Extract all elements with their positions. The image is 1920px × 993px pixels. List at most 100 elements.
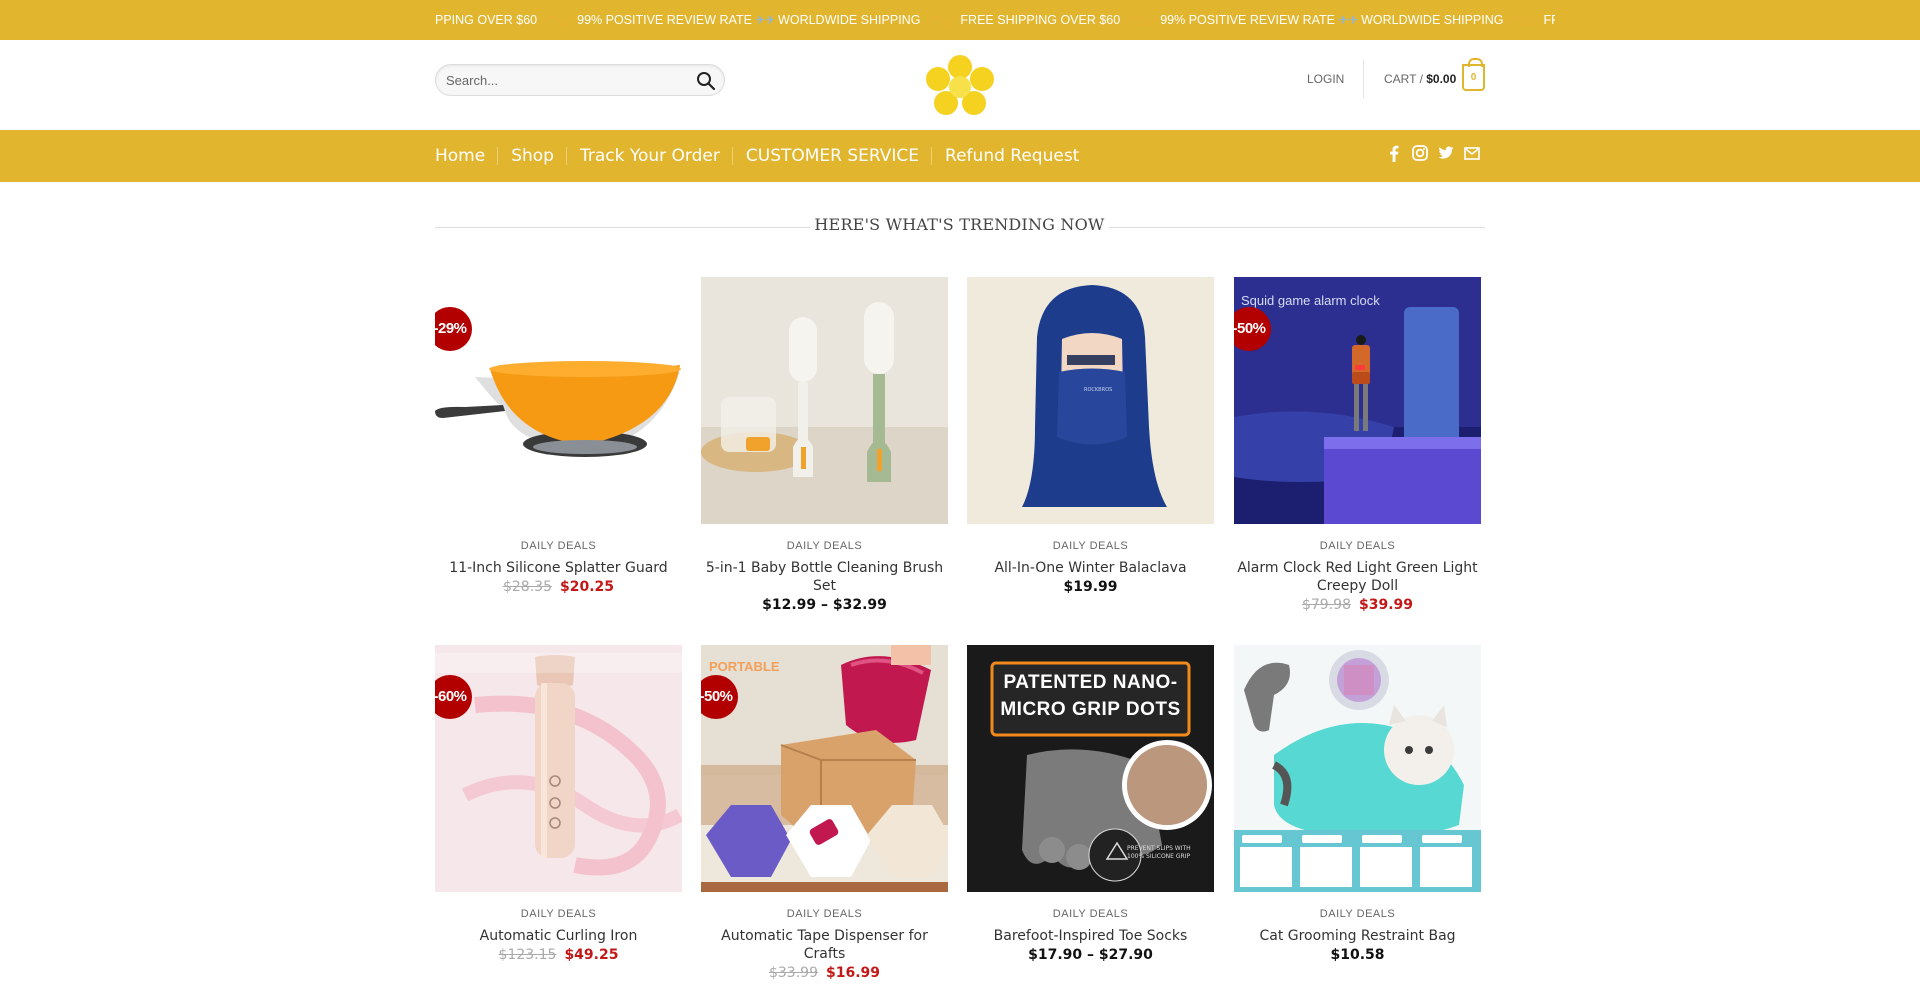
cart-label: CART / bbox=[1384, 72, 1423, 86]
product-name[interactable]: All-In-One Winter Balaclava bbox=[967, 559, 1214, 577]
product-name[interactable]: Cat Grooming Restraint Bag bbox=[1234, 927, 1481, 945]
product-price: $28.35 $20.25 bbox=[435, 579, 682, 595]
svg-text:PREVENT SLIPS WITH: PREVENT SLIPS WITH bbox=[1127, 845, 1191, 852]
product-card[interactable]: PORTABLE -50% DAILY DEALS Automatic Tape… bbox=[701, 645, 948, 981]
product-category[interactable]: DAILY DEALS bbox=[701, 540, 948, 552]
ticker-separator-icon: ⋰⋱⋰ bbox=[1122, 13, 1159, 27]
twitter-icon[interactable] bbox=[1438, 144, 1454, 162]
section-title: HERE'S WHAT'S TRENDING NOW bbox=[814, 215, 1105, 234]
product-card[interactable]: -29% DAILY DEALS 11-Inch Silicone Splatt… bbox=[435, 277, 682, 597]
ticker-item: WORLDWIDE SHIPPING bbox=[1361, 13, 1504, 27]
product-name[interactable]: Alarm Clock Red Light Green Light Creepy… bbox=[1234, 559, 1481, 595]
product-price: $12.99 – $32.99 bbox=[762, 597, 887, 613]
image-caption: Squid game alarm clock bbox=[1241, 293, 1380, 308]
product-image[interactable]: PREVENT SLIPS WITH 100% SILICONE GRIP PA… bbox=[967, 645, 1214, 892]
product-image[interactable] bbox=[1234, 645, 1481, 892]
product-image[interactable] bbox=[701, 277, 948, 524]
ticker-item: WORLDWIDE SHIPPING bbox=[778, 13, 921, 27]
sale-price: $16.99 bbox=[825, 965, 881, 981]
product-category[interactable]: DAILY DEALS bbox=[1234, 540, 1481, 552]
ticker-item: FREE SHIPPING OVER $60 bbox=[1543, 13, 1556, 27]
title-divider-left bbox=[435, 227, 810, 228]
product-name[interactable]: Automatic Tape Dispenser for Crafts bbox=[701, 927, 948, 963]
nav-shop[interactable]: Shop bbox=[511, 147, 567, 165]
product-category[interactable]: DAILY DEALS bbox=[435, 908, 682, 920]
ticker-item: FREE SHIPPING OVER $60 bbox=[960, 13, 1121, 27]
sale-price: $39.99 bbox=[1358, 597, 1414, 613]
product-price: $123.15 $49.25 bbox=[435, 947, 682, 963]
main-nav: Home Shop Track Your Order CUSTOMER SERV… bbox=[0, 130, 1920, 182]
header-divider bbox=[1363, 60, 1364, 98]
ticker-item: 99% POSITIVE REVIEW RATE bbox=[577, 13, 752, 27]
original-price: $79.98 bbox=[1301, 597, 1351, 613]
product-name[interactable]: Barefoot-Inspired Toe Socks bbox=[967, 927, 1214, 945]
ticker-separator-icon: ⋰⋱⋰ bbox=[539, 13, 576, 27]
product-image[interactable]: PORTABLE -50% bbox=[701, 645, 948, 892]
price-low: $17.90 bbox=[1028, 947, 1083, 963]
product-image[interactable]: ROCKBROS bbox=[967, 277, 1214, 524]
product-category[interactable]: DAILY DEALS bbox=[967, 540, 1214, 552]
ticker-item: PPING OVER $60 bbox=[435, 13, 538, 27]
plane-icon: ✈✈ bbox=[754, 13, 776, 27]
search-icon[interactable] bbox=[696, 71, 716, 91]
ticker-separator-icon: ⋰⋱⋰ bbox=[922, 13, 959, 27]
sale-price: $20.25 bbox=[559, 579, 615, 595]
search-input[interactable] bbox=[446, 65, 686, 95]
image-caption: PATENTED NANO-MICRO GRIP DOTS bbox=[1000, 672, 1181, 720]
nav-refund-request[interactable]: Refund Request bbox=[945, 147, 1091, 165]
product-image[interactable]: Squid game alarm clock -50% bbox=[1234, 277, 1481, 524]
product-category[interactable]: DAILY DEALS bbox=[701, 908, 948, 920]
product-price: $79.98 $39.99 bbox=[1234, 597, 1481, 613]
svg-text:ROCKBROS: ROCKBROS bbox=[1084, 387, 1112, 393]
product-image[interactable]: -29% bbox=[435, 277, 682, 524]
product-name[interactable]: Automatic Curling Iron bbox=[435, 927, 682, 945]
product-card[interactable]: ROCKBROS DAILY DEALS All-In-One Winter B… bbox=[967, 277, 1214, 597]
original-price: $28.35 bbox=[502, 579, 552, 595]
social-links bbox=[1386, 144, 1480, 162]
price: $19.99 bbox=[1063, 579, 1118, 595]
product-image[interactable]: -60% bbox=[435, 645, 682, 892]
product-card[interactable]: DAILY DEALS Cat Grooming Restraint Bag $… bbox=[1234, 645, 1481, 965]
product-category[interactable]: DAILY DEALS bbox=[435, 540, 682, 552]
product-category[interactable]: DAILY DEALS bbox=[967, 908, 1214, 920]
product-name[interactable]: 11-Inch Silicone Splatter Guard bbox=[435, 559, 682, 577]
facebook-icon[interactable] bbox=[1386, 144, 1402, 162]
svg-text:100% SILICONE GRIP: 100% SILICONE GRIP bbox=[1127, 853, 1190, 860]
nav-customer-service[interactable]: CUSTOMER SERVICE bbox=[746, 147, 933, 165]
product-name[interactable]: 5-in-1 Baby Bottle Cleaning Brush Set bbox=[701, 559, 948, 595]
original-price: $33.99 bbox=[768, 965, 818, 981]
price-low: $12.99 bbox=[762, 597, 817, 613]
product-card[interactable]: DAILY DEALS 5-in-1 Baby Bottle Cleaning … bbox=[701, 277, 948, 613]
nav-home[interactable]: Home bbox=[435, 147, 499, 165]
product-card[interactable]: -60% DAILY DEALS Automatic Curling Iron … bbox=[435, 645, 682, 965]
nav-links: Home Shop Track Your Order CUSTOMER SERV… bbox=[435, 130, 1104, 182]
product-card[interactable]: PREVENT SLIPS WITH 100% SILICONE GRIP PA… bbox=[967, 645, 1214, 965]
product-price: $19.99 bbox=[967, 579, 1214, 595]
search-form bbox=[435, 64, 725, 96]
email-icon[interactable] bbox=[1464, 144, 1480, 162]
announcement-bar: PPING OVER $60 ⋰⋱⋰ 99% POSITIVE REVIEW R… bbox=[0, 0, 1920, 40]
title-divider-right bbox=[1109, 227, 1485, 228]
image-caption: PORTABLE bbox=[709, 659, 780, 674]
site-logo[interactable] bbox=[922, 53, 998, 117]
instagram-icon[interactable] bbox=[1412, 144, 1428, 162]
product-category[interactable]: DAILY DEALS bbox=[1234, 908, 1481, 920]
product-price: $17.90 – $27.90 bbox=[1028, 947, 1153, 963]
plane-icon: ✈✈ bbox=[1338, 13, 1359, 27]
nav-track-order[interactable]: Track Your Order bbox=[580, 147, 733, 165]
price: $10.58 bbox=[1330, 947, 1385, 963]
product-card[interactable]: Squid game alarm clock -50% DAILY DEALS … bbox=[1234, 277, 1481, 613]
trending-section-header: HERE'S WHAT'S TRENDING NOW bbox=[435, 215, 1485, 237]
login-link[interactable]: LOGIN bbox=[1307, 72, 1344, 86]
ticker-item: 99% POSITIVE REVIEW RATE bbox=[1160, 13, 1336, 27]
cart-link[interactable]: CART / $0.00 bbox=[1384, 72, 1456, 86]
product-price: $10.58 bbox=[1234, 947, 1481, 963]
product-price: $33.99 $16.99 bbox=[701, 965, 948, 981]
cart-count-icon[interactable]: 0 bbox=[1462, 58, 1485, 91]
price-high: $27.90 bbox=[1098, 947, 1153, 963]
cart-total: $0.00 bbox=[1426, 72, 1457, 86]
site-header: LOGIN CART / $0.00 0 bbox=[0, 40, 1920, 130]
price-high: $32.99 bbox=[832, 597, 887, 613]
original-price: $123.15 bbox=[498, 947, 557, 963]
sale-price: $49.25 bbox=[564, 947, 619, 963]
